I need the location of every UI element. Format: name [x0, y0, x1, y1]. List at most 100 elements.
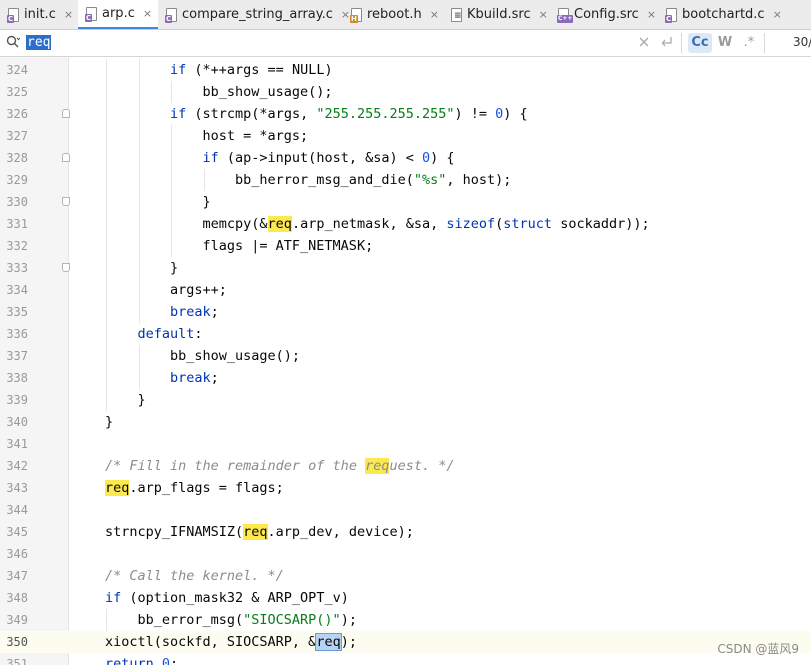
line-number: 335	[6, 305, 28, 319]
code-text: strncpy_IFNAMSIZ(req.arp_dev, device);	[72, 524, 414, 540]
code-text: break;	[170, 370, 219, 386]
code-line[interactable]: 336 default:	[0, 323, 811, 345]
code-line[interactable]: 343 req.arp_flags = flags;	[0, 477, 811, 499]
code-line[interactable]: 348 if (option_mask32 & ARP_OPT_v)	[0, 587, 811, 609]
code-line[interactable]: 329 bb_herror_msg_and_die("%s", host);	[0, 169, 811, 191]
fold-marker-icon[interactable]	[62, 109, 70, 118]
line-number: 334	[6, 283, 28, 297]
line-number: 351	[6, 657, 28, 665]
tab-label: Kbuild.src	[467, 7, 531, 22]
fold-marker-icon[interactable]	[62, 153, 70, 162]
c-file-icon: C	[85, 6, 97, 22]
editor-tab-bar: C init.c × C arp.c × C compare_string_ar…	[0, 0, 811, 30]
line-number: 349	[6, 613, 28, 627]
close-icon[interactable]: ×	[539, 8, 548, 21]
new-line-icon[interactable]	[660, 35, 674, 49]
match-case-button[interactable]: Cc	[688, 33, 712, 53]
tab-bootchartd-c[interactable]: C bootchartd.c ×	[665, 0, 782, 29]
code-line[interactable]: 341	[0, 433, 811, 455]
code-line[interactable]: 347 /* Call the kernel. */	[0, 565, 811, 587]
divider	[681, 33, 682, 53]
code-text: args++;	[72, 282, 227, 298]
search-icon[interactable]	[6, 35, 20, 49]
line-number: 329	[6, 173, 28, 187]
close-icon[interactable]: ×	[143, 7, 152, 20]
code-text: }	[72, 194, 211, 210]
h-file-icon: H	[350, 7, 362, 23]
regex-button[interactable]: .*	[740, 33, 758, 53]
code-line[interactable]: 325 bb_show_usage();	[0, 81, 811, 103]
close-icon[interactable]: ×	[430, 8, 439, 21]
code-line[interactable]: 331 memcpy(&req.arp_netmask, &sa, sizeof…	[0, 213, 811, 235]
code-line[interactable]: 333 }	[0, 257, 811, 279]
fold-marker-icon[interactable]	[62, 263, 70, 272]
line-number: 327	[6, 129, 28, 143]
kbuild-file-icon: ≡	[451, 7, 462, 22]
code-line[interactable]: 326 if (strcmp(*args, "255.255.255.255")…	[0, 103, 811, 125]
line-number: 338	[6, 371, 28, 385]
tab-label: arp.c	[102, 6, 135, 21]
code-line[interactable]: 342 /* Fill in the remainder of the requ…	[0, 455, 811, 477]
code-line[interactable]: 339 }	[0, 389, 811, 411]
code-text: }	[72, 260, 179, 276]
code-text: flags |= ATF_NETMASK;	[72, 238, 374, 254]
code-line[interactable]: 338 break;	[0, 367, 811, 389]
code-line[interactable]: 335 break;	[0, 301, 811, 323]
close-icon[interactable]: ×	[773, 8, 782, 21]
line-number: 333	[6, 261, 28, 275]
line-number: 332	[6, 239, 28, 253]
code-text: }	[72, 414, 114, 430]
code-line[interactable]: 332 flags |= ATF_NETMASK;	[0, 235, 811, 257]
tab-compare-string-array-c[interactable]: C compare_string_array.c ×	[165, 0, 350, 29]
code-line[interactable]: 340 }	[0, 411, 811, 433]
close-icon[interactable]: ×	[64, 8, 73, 21]
clear-search-icon[interactable]	[638, 36, 650, 48]
code-text: xioctl(sockfd, SIOCSARP, &req);	[72, 633, 357, 651]
code-line[interactable]: 324 if (*++args == NULL)	[0, 59, 811, 81]
tab-config-src[interactable]: C++ Config.src ×	[557, 0, 656, 29]
close-icon[interactable]: ×	[341, 8, 350, 21]
tab-reboot-h[interactable]: H reboot.h ×	[350, 0, 439, 29]
line-number: 325	[6, 85, 28, 99]
watermark: CSDN @蓝风9	[717, 642, 799, 656]
code-text: bb_herror_msg_and_die("%s", host);	[72, 172, 512, 188]
find-bar: req Cc W .* 30/	[0, 30, 811, 57]
line-number: 346	[6, 547, 28, 561]
line-number: 331	[6, 217, 28, 231]
divider	[764, 33, 765, 53]
code-line[interactable]: 330 }	[0, 191, 811, 213]
code-text: default:	[137, 326, 203, 342]
search-input[interactable]: req	[26, 33, 626, 52]
tab-label: reboot.h	[367, 7, 422, 22]
words-button[interactable]: W	[716, 33, 734, 53]
line-number: 344	[6, 503, 28, 517]
code-line[interactable]: 337 bb_show_usage();	[0, 345, 811, 367]
code-text: host = *args;	[72, 128, 309, 144]
code-line[interactable]: 351 return 0;	[0, 653, 811, 665]
tab-init-c[interactable]: C init.c ×	[7, 0, 73, 29]
fold-marker-icon[interactable]	[62, 197, 70, 206]
tab-kbuild-src[interactable]: ≡ Kbuild.src ×	[451, 0, 548, 29]
line-number: 347	[6, 569, 28, 583]
code-text: /* Call the kernel. */	[104, 568, 284, 584]
code-line[interactable]: 345 strncpy_IFNAMSIZ(req.arp_dev, device…	[0, 521, 811, 543]
line-number: 330	[6, 195, 28, 209]
line-number: 345	[6, 525, 28, 539]
code-text: bb_show_usage();	[72, 348, 301, 364]
code-text: break;	[170, 304, 219, 320]
line-number: 336	[6, 327, 28, 341]
code-line[interactable]: 327 host = *args;	[0, 125, 811, 147]
tab-arp-c[interactable]: C arp.c ×	[78, 0, 158, 29]
line-number: 350	[6, 635, 28, 649]
code-line[interactable]: 349 bb_error_msg("SIOCSARP()");	[0, 609, 811, 631]
code-line[interactable]: 344	[0, 499, 811, 521]
close-icon[interactable]: ×	[647, 8, 656, 21]
code-line[interactable]: 328 if (ap->input(host, &sa) < 0) {	[0, 147, 811, 169]
code-text: if (ap->input(host, &sa) < 0) {	[202, 150, 455, 166]
c-file-icon: C	[665, 7, 677, 23]
c-file-icon: C	[7, 7, 19, 23]
code-line[interactable]: 346	[0, 543, 811, 565]
code-line[interactable]: 350 xioctl(sockfd, SIOCSARP, &req);	[0, 631, 811, 653]
code-line[interactable]: 334 args++;	[0, 279, 811, 301]
code-editor[interactable]: 324 if (*++args == NULL) 325 bb_show_usag…	[0, 57, 811, 665]
